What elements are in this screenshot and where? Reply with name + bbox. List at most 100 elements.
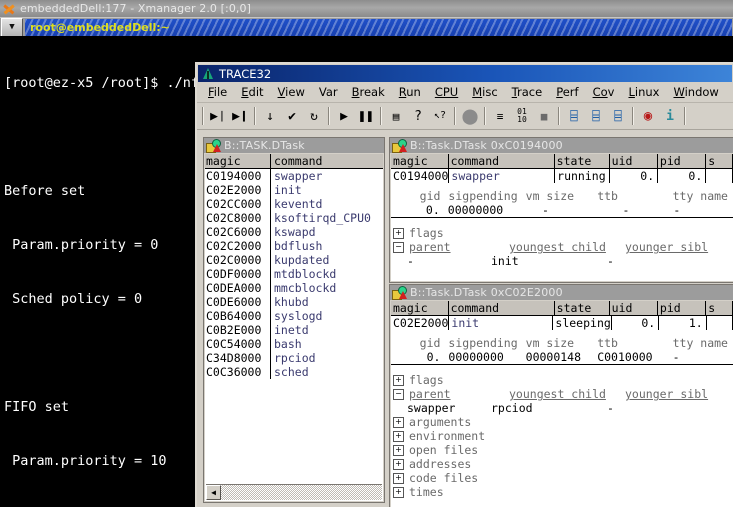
tree-parent-values: - init - [391, 254, 733, 268]
table-row[interactable]: C02E2000 init [205, 183, 383, 197]
trace32-menubar[interactable]: File Edit View Var Break Run CPU Misc Tr… [197, 82, 733, 103]
info-about-icon[interactable]: i [659, 106, 681, 127]
register-list-icon[interactable]: ≡ [489, 106, 511, 127]
table-row[interactable]: C34D8000 rpciod [205, 351, 383, 365]
table-row[interactable]: C0C36000 sched [205, 365, 383, 379]
cell-command: bdflush [274, 239, 323, 253]
menu-cpu[interactable]: CPU [428, 83, 465, 101]
table-row[interactable]: C0DEA000 mmcblockd [205, 281, 383, 295]
tree-node-parent[interactable]: − parent youngest child younger sibl [391, 240, 733, 254]
xmanager-titlebar[interactable]: embeddedDell:177 - Xmanager 2.0 [:0,0] [0, 0, 733, 17]
expand-plus-icon[interactable]: + [393, 227, 404, 239]
task-detail-top-titlebar[interactable]: B::Task.DTask 0xC0194000 [390, 138, 733, 153]
table-row[interactable]: C02C8000 ksoftirqd_CPU0 [205, 211, 383, 225]
table-row[interactable]: C0194000 swapper [205, 169, 383, 183]
step-into-icon[interactable]: ▶❙ [229, 106, 251, 127]
step-return-icon[interactable]: ✔ [281, 106, 303, 127]
step-down-icon[interactable]: ↓ [259, 106, 281, 127]
list-source-icon[interactable]: ▤ [385, 106, 407, 127]
trace32-toolbar[interactable]: ▶❘ ▶❙ ↓ ✔ ↻ ▶ ❚❚ ▤ ? ↖? ⬤ ≡ 01 10 ■ ⌸ ⌸ ⌸… [197, 103, 733, 130]
value-vm-size: 00000148 [525, 350, 582, 364]
menu-cov[interactable]: Cov [586, 83, 622, 101]
task-detail-bottom-titlebar[interactable]: B::Task.DTask 0xC02E2000 [390, 285, 733, 300]
menu-misc[interactable]: Misc [465, 83, 504, 101]
menu-perf[interactable]: Perf [549, 83, 585, 101]
break-pause-icon[interactable]: ❚❚ [355, 106, 377, 127]
menu-trace[interactable]: Trace [505, 83, 550, 101]
tree-node-code-files[interactable]: + code files [391, 471, 733, 485]
menu-linux[interactable]: Linux [621, 83, 666, 101]
tree-node-addresses[interactable]: + addresses [391, 457, 733, 471]
memory-dump-icon[interactable]: 01 10 [511, 106, 533, 127]
table-row[interactable]: C02C2000 bdflush [205, 239, 383, 253]
value-tty-name: - [673, 203, 681, 217]
table-row[interactable]: C02C0000 kupdated [205, 253, 383, 267]
task-detail-top-body[interactable]: magic command state uid pid s C0194000 s… [391, 154, 733, 281]
expand-plus-icon[interactable]: + [393, 430, 404, 442]
expand-plus-icon[interactable]: + [393, 486, 404, 498]
detail-bottom-subheader-row: gid sigpending vm size ttb tty name [391, 336, 733, 350]
column-header-command: command [449, 154, 555, 168]
value-gid: 0. [426, 350, 441, 364]
menu-file[interactable]: File [201, 83, 234, 101]
symbol-browse-icon[interactable]: ⌸ [563, 106, 585, 127]
tree-node-flags[interactable]: + flags [391, 373, 733, 387]
menu-break[interactable]: Break [345, 83, 392, 101]
trace32-titlebar[interactable]: TRACE32 [198, 65, 732, 82]
table-row[interactable]: C02C6000 kswapd [205, 225, 383, 239]
stop-sign-icon[interactable]: ⬤ [459, 106, 481, 127]
cell-command: sched [274, 365, 309, 379]
table-row[interactable]: C0DE6000 khubd [205, 295, 383, 309]
tree-node-arguments[interactable]: + arguments [391, 415, 733, 429]
cell-command: syslogd [274, 309, 323, 323]
help-question-icon[interactable]: ? [407, 106, 429, 127]
table-row[interactable]: C0C54000 bash [205, 337, 383, 351]
table-row[interactable]: C02CC000 keventd [205, 197, 383, 211]
menu-var[interactable]: Var [312, 83, 345, 101]
expand-plus-icon[interactable]: + [393, 458, 404, 470]
memory-block-icon[interactable]: ■ [533, 106, 555, 127]
terminal-titlebar[interactable]: ▼ root@embeddedDell:~ [0, 17, 733, 37]
scroll-left-arrow-icon[interactable]: ◀ [206, 485, 221, 500]
symbol-view-icon[interactable]: ⌸ [607, 106, 629, 127]
collapse-minus-icon[interactable]: − [393, 241, 404, 253]
expand-plus-icon[interactable]: + [393, 444, 404, 456]
chevron-down-icon[interactable]: ▼ [1, 18, 23, 37]
table-row[interactable]: C0DF0000 mtdblockd [205, 267, 383, 281]
expand-plus-icon[interactable]: + [393, 374, 404, 386]
emulation-stop-icon[interactable]: ◉ [637, 106, 659, 127]
context-help-icon[interactable]: ↖? [429, 106, 451, 127]
task-detail-bottom-body[interactable]: magic command state uid pid s C02E2000 i… [391, 301, 733, 507]
task-list-body[interactable]: magic command C0194000 swapper C02E2000 ini… [205, 154, 383, 501]
menu-edit[interactable]: Edit [234, 83, 270, 101]
tree-node-open-files[interactable]: + open files [391, 443, 733, 457]
trace32-title: TRACE32 [219, 66, 272, 81]
symbol-list-icon[interactable]: ⌸ [585, 106, 607, 127]
task-list-panel[interactable]: B::TASK.DTask magic command C0194000 swap… [203, 137, 385, 503]
task-list-panel-titlebar[interactable]: B::TASK.DTask [204, 138, 384, 153]
step-back-icon[interactable]: ↻ [303, 106, 325, 127]
task-list-hscrollbar[interactable]: ◀ [206, 484, 382, 500]
detail-top-subheader-row: gid sigpending vm size ttb tty name [391, 189, 733, 203]
expand-plus-icon[interactable]: + [393, 416, 404, 428]
task-detail-panel-bottom[interactable]: B::Task.DTask 0xC02E2000 magic command s… [389, 284, 733, 507]
menu-view[interactable]: View [271, 83, 312, 101]
step-over-icon[interactable]: ▶❘ [207, 106, 229, 127]
tree-label: flags [409, 226, 444, 240]
table-row[interactable]: C0B2E000 inetd [205, 323, 383, 337]
collapse-minus-icon[interactable]: − [393, 388, 404, 400]
menu-run[interactable]: Run [392, 83, 428, 101]
tree-node-flags[interactable]: + flags [391, 226, 733, 240]
menu-window[interactable]: Window [666, 83, 725, 101]
tree-parent-values: swapper rpciod - [391, 401, 733, 415]
tree-node-environment[interactable]: + environment [391, 429, 733, 443]
value-ttb: - [622, 203, 630, 217]
task-detail-panel-top[interactable]: B::Task.DTask 0xC0194000 magic command s… [389, 137, 733, 283]
detail-top-subvalue-row: 0. 00000000 - - - [391, 203, 733, 218]
table-row[interactable]: C0B64000 syslogd [205, 309, 383, 323]
tree-node-times[interactable]: + times [391, 485, 733, 499]
trace32-window[interactable]: TRACE32 File Edit View Var Break Run CPU… [195, 62, 733, 507]
tree-node-parent[interactable]: − parent youngest child younger sibl [391, 387, 733, 401]
expand-plus-icon[interactable]: + [393, 472, 404, 484]
go-run-icon[interactable]: ▶ [333, 106, 355, 127]
